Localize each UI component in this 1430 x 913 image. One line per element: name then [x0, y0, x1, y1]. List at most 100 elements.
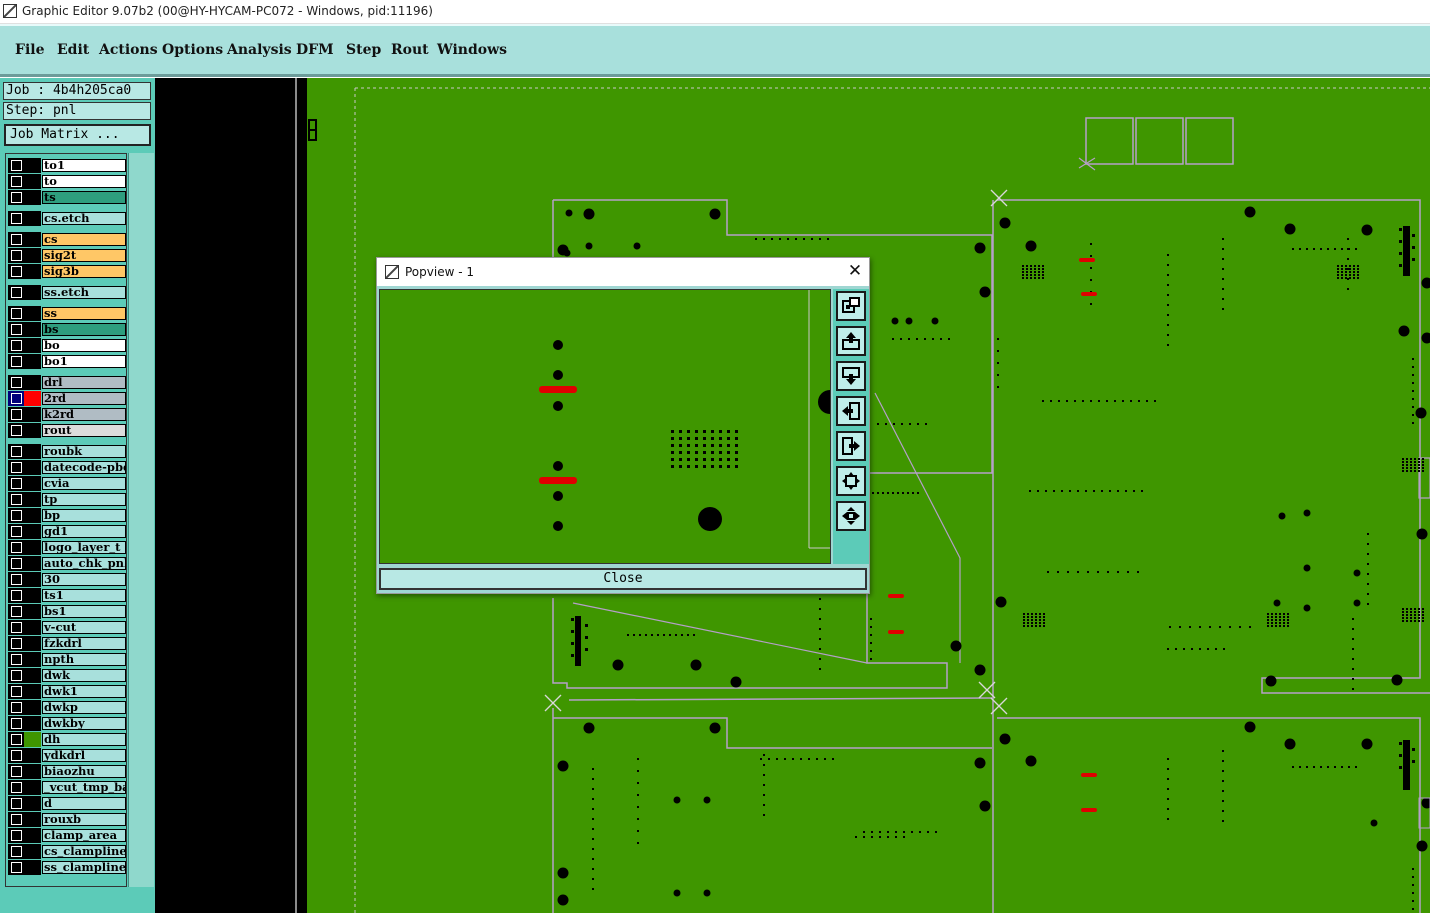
menu-step[interactable]: Step [346, 42, 381, 58]
layer-row-ydkdrl[interactable]: ydkdrl [8, 748, 126, 763]
menu-edit[interactable]: Edit [57, 42, 89, 58]
layer-row-tp[interactable]: tp [8, 492, 126, 507]
layer-row-bs[interactable]: bs [8, 322, 126, 337]
layer-name[interactable]: bs1 [42, 605, 126, 618]
layer-checkbox[interactable] [11, 654, 22, 665]
layer-color-swatch[interactable] [24, 860, 41, 875]
layer-color-swatch[interactable] [24, 684, 41, 699]
layer-color-swatch[interactable] [24, 476, 41, 491]
layer-color-swatch[interactable] [24, 158, 41, 173]
layer-color-swatch[interactable] [24, 828, 41, 843]
layer-checkbox[interactable] [11, 718, 22, 729]
layer-row-cs-etch[interactable]: cs.etch [8, 211, 126, 226]
layer-color-swatch[interactable] [24, 732, 41, 747]
layer-checkbox[interactable] [11, 846, 22, 857]
layer-name[interactable]: k2rd [42, 408, 126, 421]
layer-checkbox[interactable] [11, 862, 22, 873]
job-matrix-button[interactable]: Job Matrix ... [4, 124, 151, 146]
layer-color-swatch[interactable] [24, 812, 41, 827]
layer-color-swatch[interactable] [24, 460, 41, 475]
layer-row-bp[interactable]: bp [8, 508, 126, 523]
layer-name[interactable]: rouxb [42, 813, 126, 826]
layer-row-to[interactable]: to [8, 174, 126, 189]
layer-color-swatch[interactable] [24, 716, 41, 731]
layer-name[interactable]: npth [42, 653, 126, 666]
menu-actions[interactable]: Actions [99, 42, 158, 58]
layer-color-swatch[interactable] [24, 444, 41, 459]
layer-name[interactable]: biaozhu [42, 765, 126, 778]
layer-checkbox[interactable] [11, 590, 22, 601]
layer-checkbox[interactable] [11, 686, 22, 697]
layer-color-swatch[interactable] [24, 556, 41, 571]
menu-dfm[interactable]: DFM [296, 42, 334, 58]
layer-list-scrollbar[interactable] [128, 153, 154, 887]
layer-checkbox[interactable] [11, 192, 22, 203]
zoom-center-icon[interactable] [836, 501, 866, 531]
layer-name[interactable]: drl [42, 376, 126, 389]
layer-name[interactable]: to [42, 175, 126, 188]
layer-checkbox[interactable] [11, 574, 22, 585]
layer-checkbox[interactable] [11, 340, 22, 351]
layer-name[interactable]: bo [42, 339, 126, 352]
layer-row-biaozhu[interactable]: biaozhu [8, 764, 126, 779]
layer-color-swatch[interactable] [24, 636, 41, 651]
layer-checkbox[interactable] [11, 702, 22, 713]
layer-color-swatch[interactable] [24, 174, 41, 189]
layer-checkbox[interactable] [11, 409, 22, 420]
layer-color-swatch[interactable] [24, 211, 41, 226]
layer-color-swatch[interactable] [24, 652, 41, 667]
layer-checkbox[interactable] [11, 356, 22, 367]
layer-name[interactable]: cs_clampline [42, 845, 126, 858]
layer-name[interactable]: cs.etch [42, 212, 126, 225]
layer-name[interactable]: cvia [42, 477, 126, 490]
layer-checkbox[interactable] [11, 425, 22, 436]
layer-checkbox[interactable] [11, 638, 22, 649]
popview-titlebar[interactable]: Popview - 1 ✕ [377, 258, 869, 286]
layer-color-swatch[interactable] [24, 375, 41, 390]
layer-row-dwkby[interactable]: dwkby [8, 716, 126, 731]
layer-color-swatch[interactable] [24, 190, 41, 205]
layer-row-30[interactable]: 30 [8, 572, 126, 587]
layer-name[interactable]: bs [42, 323, 126, 336]
layer-checkbox[interactable] [11, 250, 22, 261]
layer-checkbox[interactable] [11, 526, 22, 537]
layer-row-bo[interactable]: bo [8, 338, 126, 353]
layer-name[interactable]: rout [42, 424, 126, 437]
popview-icon[interactable] [836, 291, 866, 321]
layer-row-clamp-area[interactable]: clamp_area [8, 828, 126, 843]
layer-color-swatch[interactable] [24, 588, 41, 603]
layer-color-swatch[interactable] [24, 748, 41, 763]
fit-all-icon[interactable] [836, 466, 866, 496]
layer-row-dwk[interactable]: dwk [8, 668, 126, 683]
layer-checkbox[interactable] [11, 393, 22, 404]
layer-color-swatch[interactable] [24, 232, 41, 247]
layer-color-swatch[interactable] [24, 764, 41, 779]
layer-name[interactable]: fzkdrl [42, 637, 126, 650]
layer-color-swatch[interactable] [24, 524, 41, 539]
layer-name[interactable]: cs [42, 233, 126, 246]
layer-row-auto-chk-pnl[interactable]: auto_chk_pnl [8, 556, 126, 571]
layer-checkbox[interactable] [11, 542, 22, 553]
layer-checkbox[interactable] [11, 478, 22, 489]
layer-row-gd1[interactable]: gd1 [8, 524, 126, 539]
layer-color-swatch[interactable] [24, 248, 41, 263]
layer-name[interactable]: clamp_area [42, 829, 126, 842]
layer-name[interactable]: v-cut [42, 621, 126, 634]
layer-row-dwkp[interactable]: dwkp [8, 700, 126, 715]
menu-windows[interactable]: Windows [437, 42, 507, 58]
layer-row-ss-etch[interactable]: ss.etch [8, 285, 126, 300]
layer-checkbox[interactable] [11, 750, 22, 761]
layer-checkbox[interactable] [11, 670, 22, 681]
layer-checkbox[interactable] [11, 234, 22, 245]
layer-checkbox[interactable] [11, 782, 22, 793]
layer-row-logo-layer-t[interactable]: logo_layer_t [8, 540, 126, 555]
layer-checkbox[interactable] [11, 462, 22, 473]
layer-name[interactable]: ss.etch [42, 286, 126, 299]
layer-row-drl[interactable]: drl [8, 375, 126, 390]
layer-row--vcut-tmp-ba[interactable]: _vcut_tmp_ba [8, 780, 126, 795]
layer-row-ts[interactable]: ts [8, 190, 126, 205]
layer-row-to1[interactable]: to1 [8, 158, 126, 173]
layer-name[interactable]: ydkdrl [42, 749, 126, 762]
zoom-bottom-icon[interactable] [836, 361, 866, 391]
layer-name[interactable]: _vcut_tmp_ba [42, 781, 126, 794]
